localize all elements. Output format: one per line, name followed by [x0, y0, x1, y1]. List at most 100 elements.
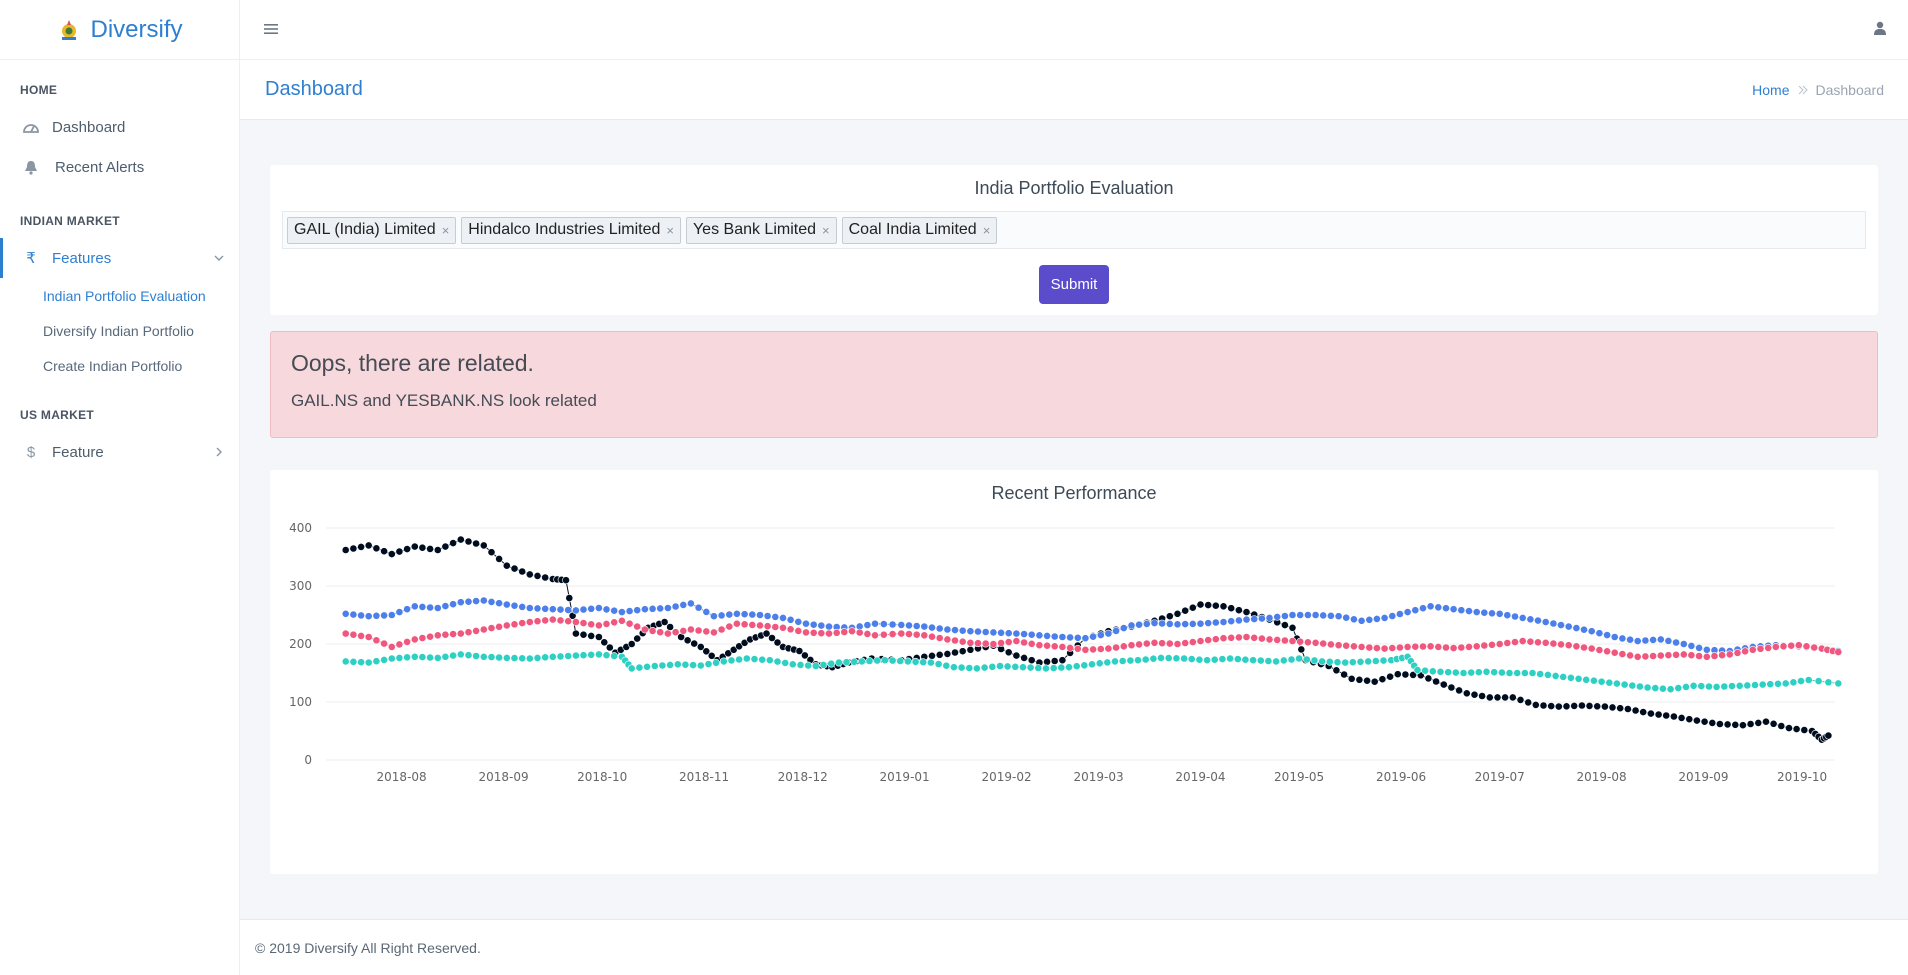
- y-tick-label: 400: [289, 521, 312, 535]
- series-point: [920, 622, 929, 631]
- series-point: [510, 601, 519, 610]
- brand[interactable]: Diversify: [0, 0, 239, 60]
- series-point: [879, 630, 888, 639]
- series-point: [1181, 639, 1190, 647]
- series-point: [357, 543, 365, 551]
- x-tick-label: 2018-09: [478, 770, 528, 784]
- series-point: [1386, 672, 1394, 681]
- series-point: [1800, 726, 1809, 734]
- x-tick-label: 2019-08: [1577, 770, 1627, 784]
- sidebar-item-dashboard[interactable]: Dashboard: [0, 107, 239, 147]
- breadcrumb-home-link[interactable]: Home: [1752, 82, 1789, 98]
- submit-button[interactable]: Submit: [1039, 265, 1109, 304]
- series-point: [958, 637, 967, 646]
- series-point: [1758, 680, 1767, 689]
- series-point: [1695, 643, 1703, 652]
- series-point: [802, 619, 810, 628]
- sidebar-item-feature[interactable]: $ Feature: [0, 432, 239, 472]
- series-point: [387, 654, 396, 663]
- series-point: [1618, 634, 1627, 643]
- series-point: [1378, 675, 1387, 684]
- series-point: [341, 609, 350, 618]
- series-point: [1334, 641, 1343, 650]
- series-point: [1426, 642, 1435, 651]
- series-point: [1511, 612, 1519, 621]
- series-point: [1518, 614, 1527, 622]
- remove-tag-icon[interactable]: ×: [442, 223, 450, 238]
- series-point: [495, 555, 503, 563]
- series-point: [1027, 630, 1036, 639]
- series-point: [571, 651, 580, 660]
- sidebar-item-label: Feature: [52, 443, 104, 461]
- series-point: [1365, 615, 1374, 624]
- sidebar-subitem-diversify-indian-portfolio[interactable]: Diversify Indian Portfolio: [0, 313, 239, 348]
- dollar-icon: $: [26, 443, 36, 461]
- series-point: [1562, 702, 1571, 711]
- tag-label: Coal India Limited: [848, 221, 977, 238]
- series-point: [571, 618, 580, 626]
- series-point: [1127, 641, 1136, 650]
- sidebar-subitem-indian-portfolio-evaluation[interactable]: Indian Portfolio Evaluation: [0, 278, 239, 313]
- series-point: [449, 651, 457, 660]
- series-point: [1712, 682, 1721, 691]
- series-point: [418, 603, 427, 611]
- sidebar-item-features[interactable]: ₹ Features: [0, 238, 239, 278]
- series-point: [1557, 640, 1565, 649]
- series-point: [456, 650, 465, 659]
- remove-tag-icon[interactable]: ×: [983, 223, 991, 238]
- sidebar-item-recent-alerts[interactable]: Recent Alerts: [0, 147, 239, 187]
- series-point: [951, 648, 959, 657]
- series-point: [1393, 670, 1402, 679]
- series-point: [1764, 643, 1773, 652]
- series-point: [1488, 609, 1496, 618]
- series-point: [426, 653, 434, 662]
- series-point: [1388, 644, 1397, 652]
- series-point: [1705, 682, 1713, 691]
- series-point: [1235, 616, 1243, 625]
- series-point: [825, 629, 833, 638]
- menu-toggle-icon[interactable]: [264, 22, 278, 40]
- series-point: [1012, 637, 1021, 646]
- series-point: [1631, 706, 1640, 715]
- series-point: [1119, 624, 1128, 632]
- series-point: [1551, 671, 1560, 680]
- series-point: [1304, 611, 1312, 619]
- series-point: [1319, 611, 1328, 620]
- series-point: [779, 614, 787, 622]
- series-point: [1449, 644, 1458, 652]
- series-point: [1181, 620, 1190, 628]
- series-point: [579, 630, 588, 639]
- series-point: [1516, 695, 1525, 704]
- series-point: [617, 616, 626, 625]
- series-point: [727, 656, 736, 665]
- series-point: [958, 626, 967, 635]
- series-point: [1549, 619, 1558, 628]
- series-point: [441, 602, 450, 610]
- series-point: [433, 604, 442, 612]
- brand-name: Diversify: [90, 15, 183, 43]
- series-point: [1762, 717, 1770, 726]
- series-point: [879, 620, 888, 628]
- series-point: [827, 659, 836, 668]
- series-point: [562, 576, 570, 585]
- series-point: [479, 541, 488, 550]
- user-icon[interactable]: [1874, 21, 1886, 40]
- series-point: [740, 610, 749, 619]
- series-point: [1624, 705, 1632, 713]
- series-point: [1195, 655, 1204, 664]
- stock-multiselect[interactable]: GAIL (India) Limited × Hindalco Industri…: [282, 211, 1866, 249]
- series-point: [1250, 615, 1259, 623]
- series-point: [1474, 668, 1483, 677]
- remove-tag-icon[interactable]: ×: [822, 223, 830, 238]
- remove-tag-icon[interactable]: ×: [666, 223, 674, 238]
- series-point: [410, 602, 419, 611]
- series-point: [518, 603, 527, 611]
- series-point: [850, 657, 859, 666]
- series-point: [832, 628, 841, 637]
- series-point: [1287, 655, 1296, 664]
- series-point: [525, 654, 534, 663]
- series-point: [1587, 627, 1596, 636]
- series-point: [809, 628, 818, 637]
- sidebar-subitem-create-indian-portfolio[interactable]: Create Indian Portfolio: [0, 348, 239, 383]
- series-point: [610, 652, 619, 660]
